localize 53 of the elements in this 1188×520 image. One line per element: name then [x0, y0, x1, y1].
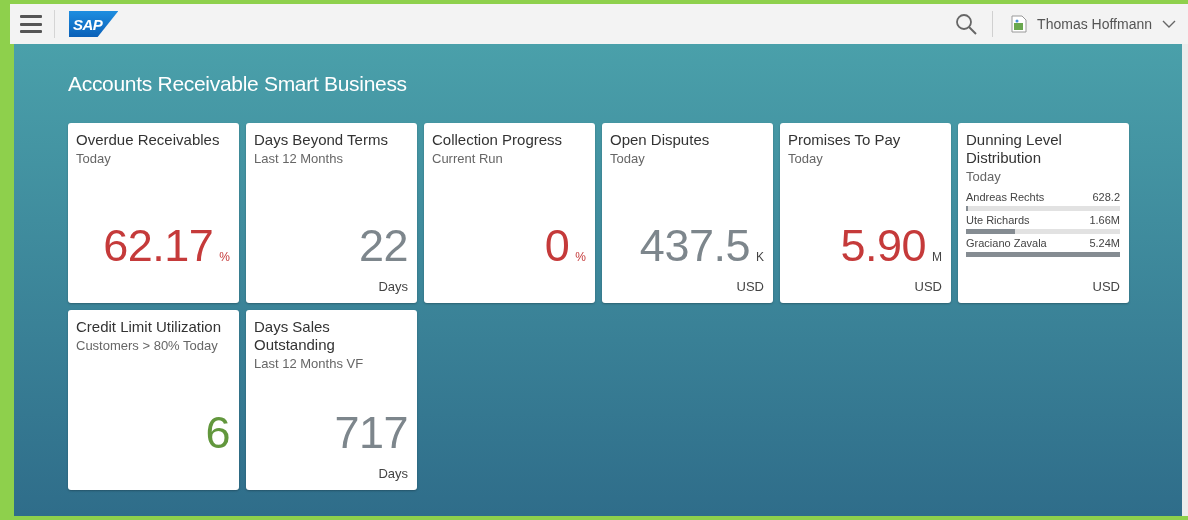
user-menu[interactable]: Thomas Hoffmann	[1037, 16, 1176, 32]
tile-title: Credit Limit Utilization	[76, 318, 223, 336]
tile-subtitle: Current Run	[432, 150, 504, 168]
page-title: Accounts Receivable Smart Business	[68, 71, 408, 97]
kpi-tile[interactable]: Collection Progress Current Run 0%	[424, 123, 595, 303]
kpi-value: 62.17	[103, 220, 214, 272]
kpi-value: 717	[334, 407, 408, 459]
comparison-value: 5.24M	[1089, 237, 1120, 250]
comparison-label: Graciano Zavala	[966, 237, 1047, 250]
tile-title: Days Sales Outstanding	[254, 318, 336, 354]
comparison-value: 628.2	[1092, 191, 1120, 204]
kpi-tile[interactable]: Overdue Receivables Today 62.17%	[68, 123, 239, 303]
kpi-value: 5.90	[840, 220, 926, 272]
tile-footer: USD	[966, 278, 1120, 296]
kpi-unit: %	[575, 250, 586, 264]
comparison-value: 1.66M	[1089, 214, 1120, 227]
tile-subtitle: Today	[788, 150, 824, 168]
kpi-unit: K	[756, 250, 764, 264]
tile-title: Open Disputes	[610, 131, 711, 149]
chevron-down-icon	[1162, 19, 1176, 29]
tile-subtitle: Customers > 80% Today	[76, 337, 219, 355]
tile-title: Dunning Level Distribution	[966, 131, 1063, 167]
kpi-tile[interactable]: Open Disputes Today 437.5 K USD	[602, 123, 773, 303]
comparison-tile[interactable]: Dunning Level Distribution Today Andreas Rechts 628.2 Ute Richards 1.66M Graciano Zavala 5.24M USD	[958, 123, 1129, 303]
tile-title: Days Beyond Terms	[254, 131, 389, 149]
comparison-label: Ute Richards	[966, 214, 1030, 227]
tile-subtitle: Last 12 Months VF	[254, 355, 365, 373]
menu-icon[interactable]	[20, 15, 42, 33]
tile-title: Collection Progress	[432, 131, 564, 149]
tile-footer: USD	[788, 278, 942, 296]
kpi-unit: M	[932, 250, 942, 264]
tile-title: Overdue Receivables	[76, 131, 221, 149]
tile-subtitle: Last 12 Months	[254, 150, 344, 168]
tile-title: Promises To Pay	[788, 131, 902, 149]
kpi-tile[interactable]: Promises To Pay Today 5.90 M USD	[780, 123, 951, 303]
broken-image-icon	[1011, 15, 1028, 33]
kpi-unit: %	[219, 250, 230, 264]
kpi-tile[interactable]: Credit Limit Utilization Customers > 80% Today 6	[68, 310, 239, 490]
kpi-value: 0	[544, 220, 570, 272]
kpi-value: 6	[205, 407, 230, 459]
comparison-label: Andreas Rechts	[966, 191, 1045, 204]
sap-logo: SAP	[69, 11, 119, 37]
tile-subtitle: Today	[966, 168, 1002, 186]
kpi-value: 22	[358, 220, 408, 272]
tile-footer: Days	[254, 278, 408, 296]
tile-subtitle: Today	[76, 150, 112, 168]
tile-footer: Days	[254, 465, 408, 483]
tile-footer: USD	[610, 278, 764, 296]
kpi-tile[interactable]: Days Sales Outstanding Last 12 Months VF 717 Days	[246, 310, 417, 490]
kpi-tile[interactable]: Days Beyond Terms Last 12 Months 22 Days	[246, 123, 417, 303]
search-icon[interactable]	[954, 12, 979, 36]
kpi-value: 437.5	[639, 220, 750, 272]
tile-subtitle: Today	[610, 150, 646, 168]
